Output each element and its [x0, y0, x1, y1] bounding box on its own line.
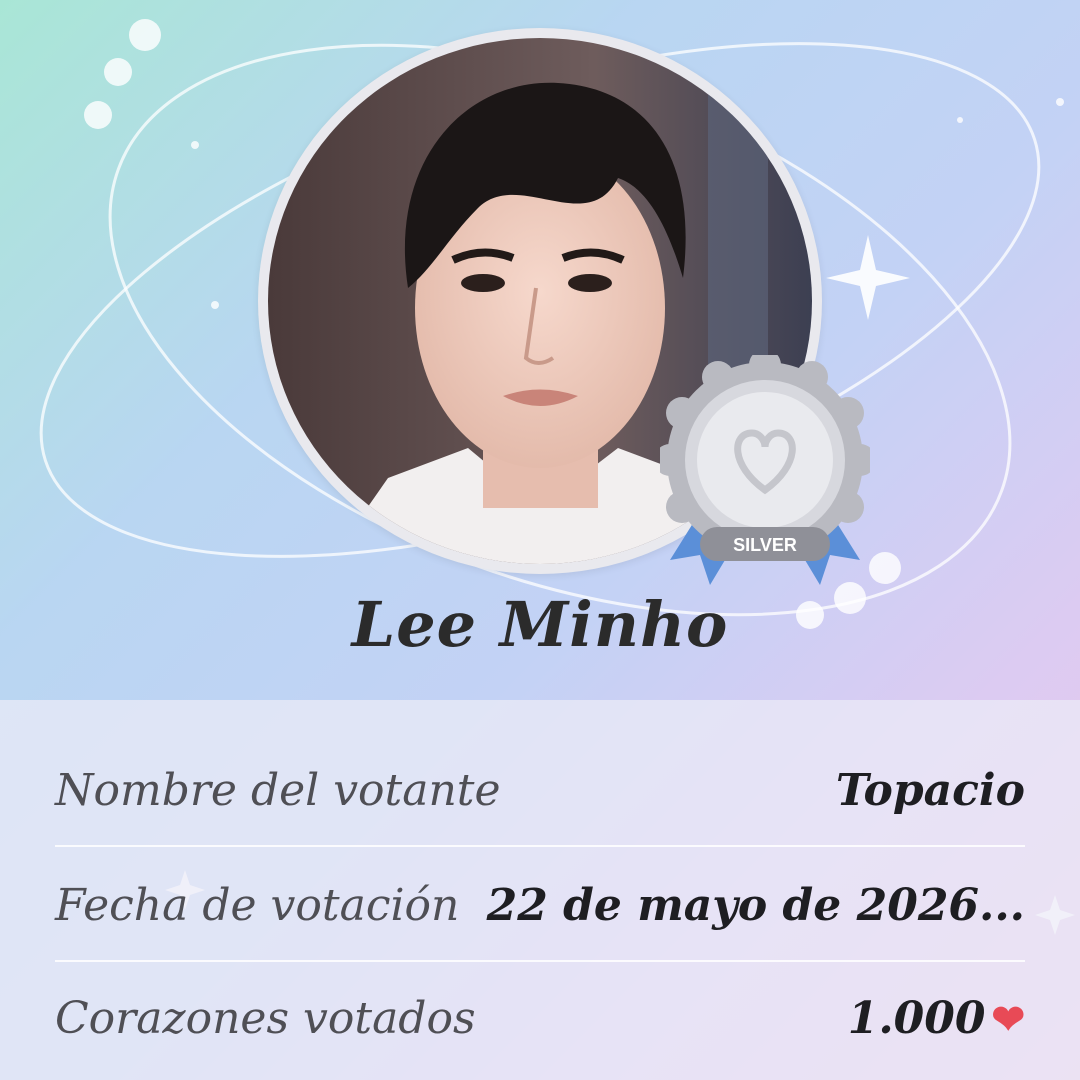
voter-name-row: Nombre del votante Topacio: [55, 750, 1025, 830]
badge-label: SILVER: [733, 535, 797, 555]
hearts-voted-value: 1.000 ❤: [848, 993, 1025, 1044]
vote-details-panel: Nombre del votante Topacio Fecha de vota…: [0, 700, 1080, 1080]
divider: [55, 960, 1025, 962]
hearts-voted-row: Corazones votados 1.000 ❤: [55, 978, 1025, 1058]
divider: [55, 845, 1025, 847]
vote-date-row: Fecha de votación 22 de mayo de 2026...: [55, 865, 1025, 945]
vote-date-label: Fecha de votación: [55, 879, 460, 931]
artist-name: Lee Minho: [351, 588, 729, 661]
voter-name-label: Nombre del votante: [55, 764, 501, 816]
profile-header: SILVER Lee Minho: [0, 0, 1080, 935]
heart-icon: ❤: [991, 995, 1025, 1043]
vote-date-value: 22 de mayo de 2026...: [486, 879, 1025, 931]
silver-medal-icon: SILVER: [654, 349, 876, 590]
voter-name-value: Topacio: [835, 764, 1025, 816]
hearts-count: 1.000: [847, 992, 986, 1044]
hearts-voted-label: Corazones votados: [55, 992, 476, 1044]
moon-icon: [845, 52, 905, 144]
